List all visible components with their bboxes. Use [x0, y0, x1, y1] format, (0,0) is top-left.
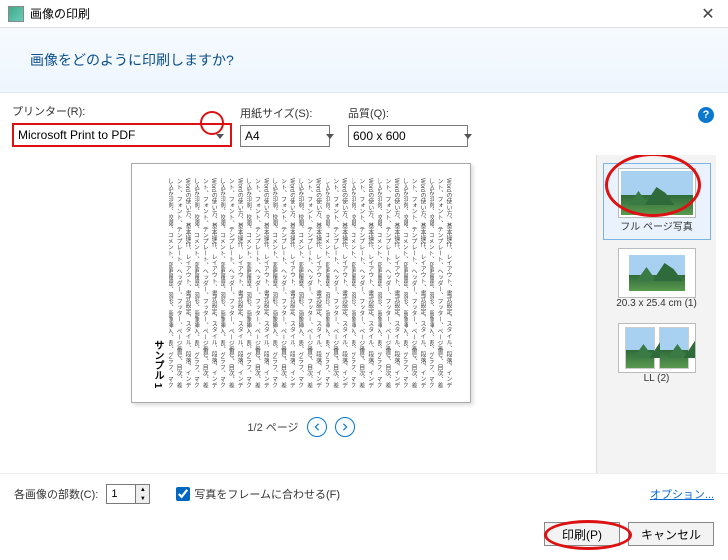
fit-frame-checkbox[interactable] [176, 487, 190, 501]
print-button[interactable]: 印刷(P) [544, 522, 620, 546]
printer-label: プリンター(R): [12, 103, 232, 119]
layout-full-page[interactable]: フル ページ写真 [603, 163, 711, 240]
options-link[interactable]: オプション... [650, 486, 714, 502]
close-button[interactable]: ✕ [688, 0, 728, 28]
app-icon [8, 6, 24, 22]
preview-sample-label: サンプル 1 [150, 200, 165, 388]
copies-up[interactable]: ▲ [136, 485, 149, 494]
paper-size-select[interactable]: A4 [240, 125, 330, 147]
copies-down[interactable]: ▼ [136, 494, 149, 503]
layout-label: 20.3 x 25.4 cm (1) [616, 298, 697, 309]
layout-list: フル ページ写真 20.3 x 25.4 cm (1) LL (2) [596, 155, 716, 473]
page-indicator: 1/2 ページ [247, 419, 298, 435]
next-page-button[interactable] [335, 417, 355, 437]
copies-spinner[interactable]: ▲ ▼ [106, 484, 150, 504]
print-preview: サンプル 1 Wordの使い方、基本操作、レイアウト、書式設定、スタイル、段落、… [131, 163, 471, 403]
help-icon[interactable]: ? [698, 107, 714, 123]
window-title: 画像の印刷 [30, 5, 688, 22]
quality-label: 品質(Q): [348, 105, 478, 121]
cancel-button[interactable]: キャンセル [628, 522, 714, 546]
paper-size-label: 用紙サイズ(S): [240, 105, 340, 121]
quality-select[interactable]: 600 x 600 [348, 125, 468, 147]
layout-ll2[interactable]: LL (2) [603, 319, 711, 390]
layout-contact-sheet[interactable]: 20.3 x 25.4 cm (1) [603, 244, 711, 315]
fit-frame-label: 写真をフレームに合わせる(F) [194, 486, 340, 502]
header-question: 画像をどのように印刷しますか? [30, 50, 698, 70]
copies-input[interactable] [107, 485, 135, 503]
printer-select[interactable]: Microsoft Print to PDF [14, 125, 200, 145]
copies-label: 各画像の部数(C): [14, 486, 98, 502]
layout-label: LL (2) [644, 373, 670, 384]
layout-label: フル ページ写真 [620, 218, 693, 233]
prev-page-button[interactable] [307, 417, 327, 437]
